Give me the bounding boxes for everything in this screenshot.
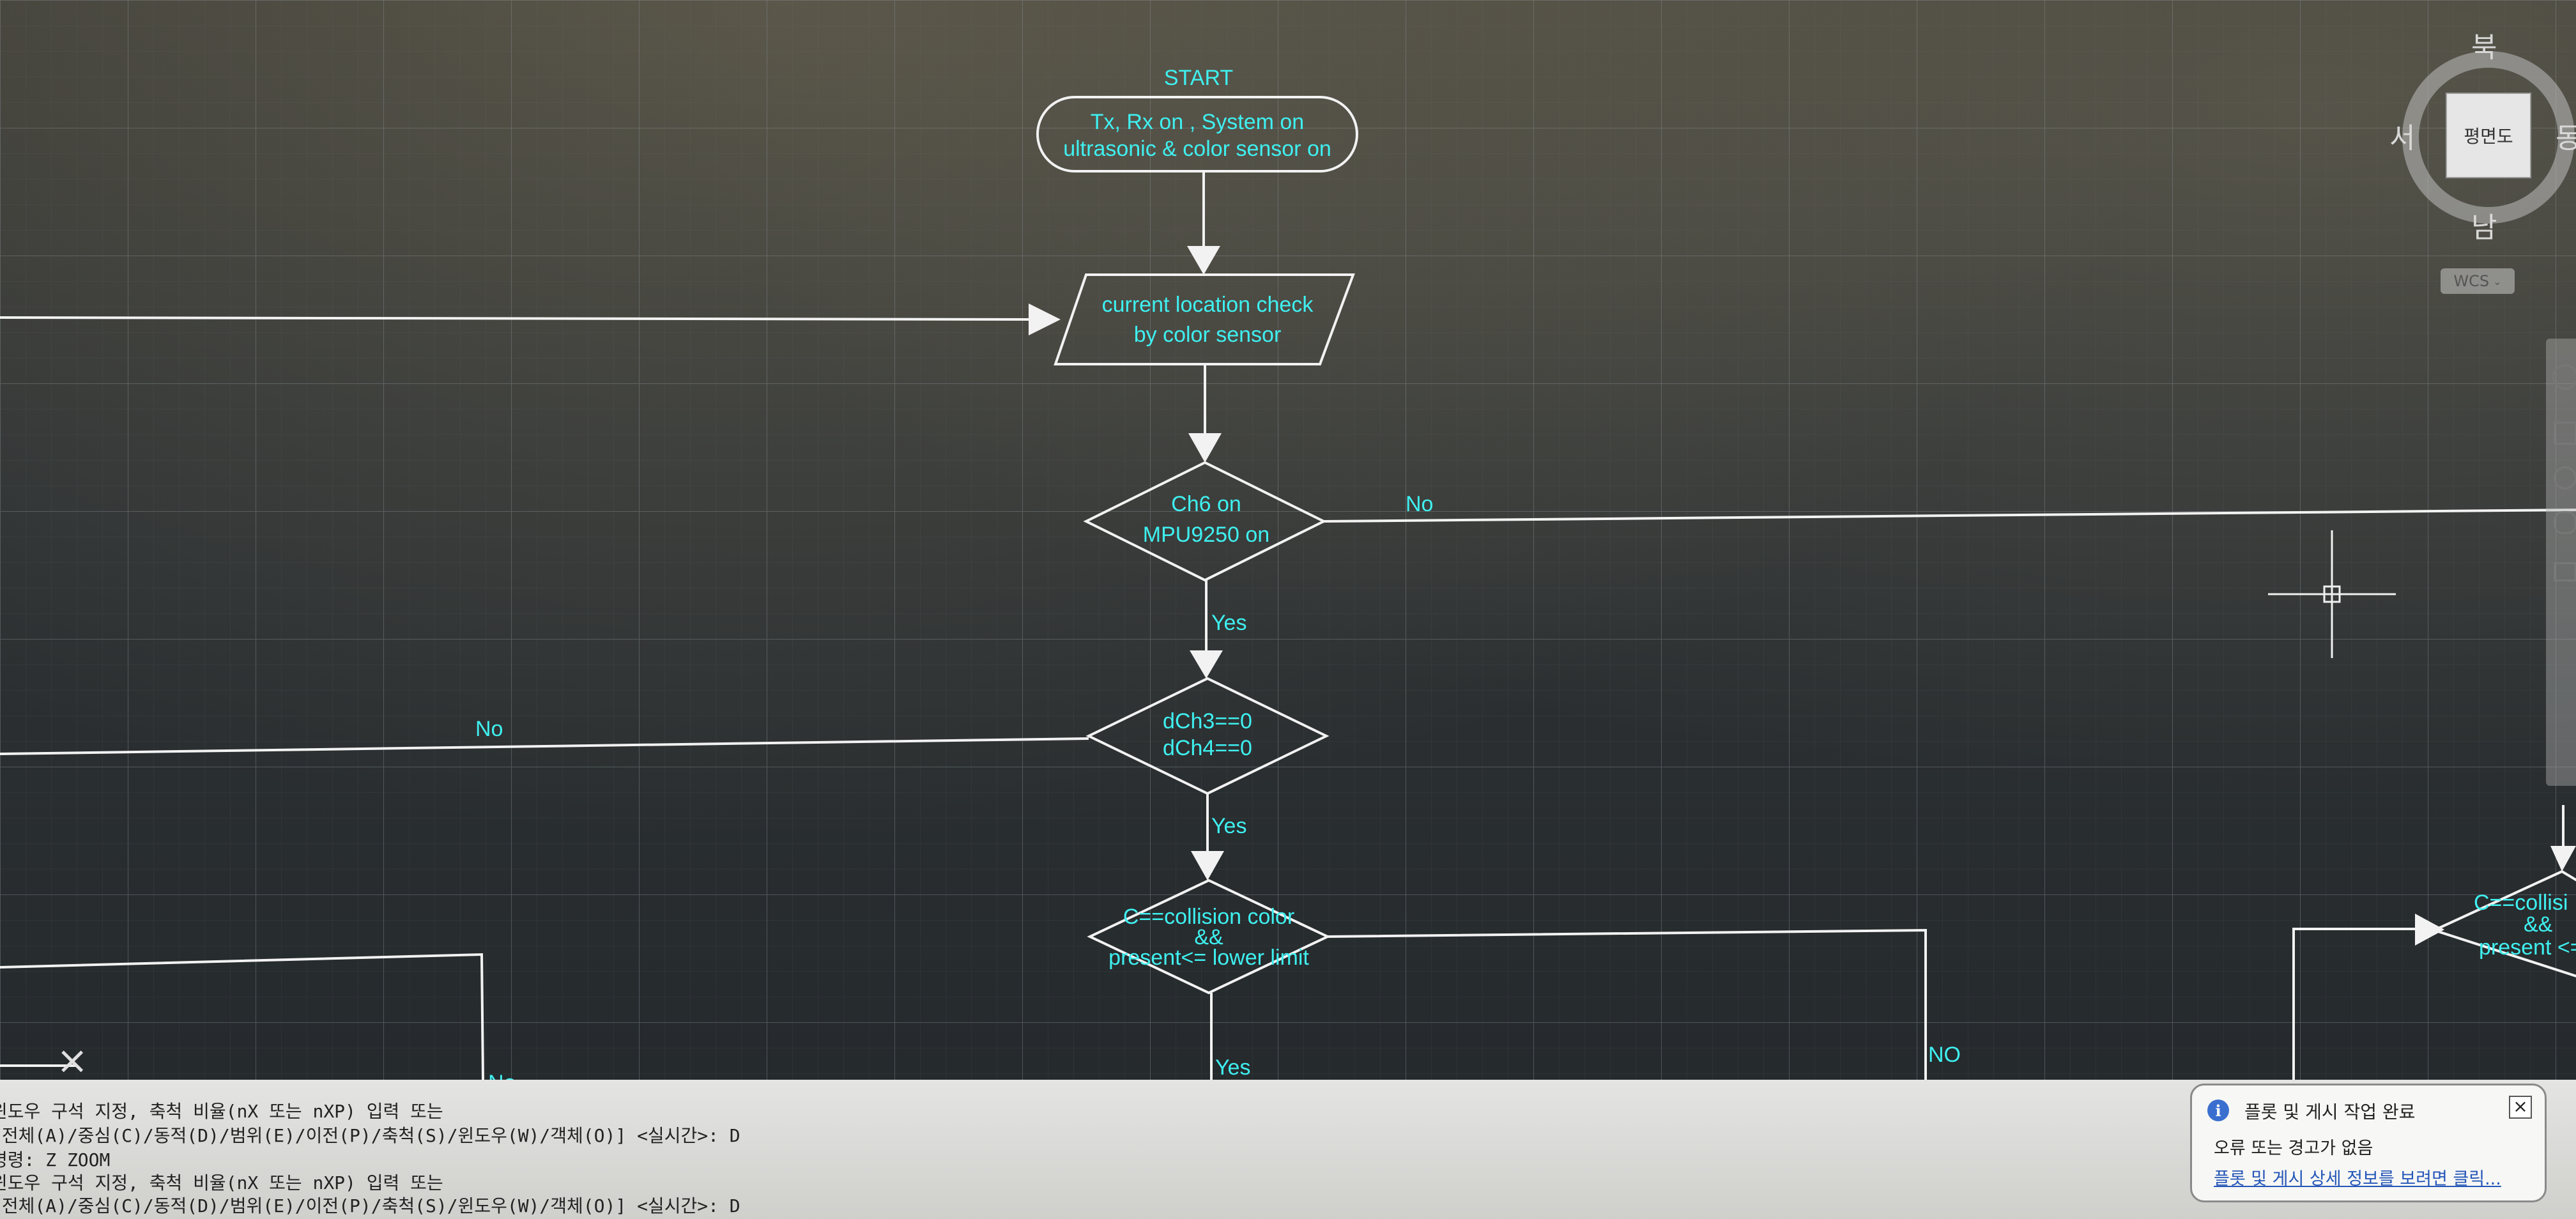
- navigation-bar[interactable]: [2546, 339, 2576, 786]
- yes-label-3: Yes: [1215, 1055, 1250, 1080]
- decision2-text-line2: dCh4==0: [1163, 736, 1252, 760]
- viewcube-face-top[interactable]: 평면도: [2446, 93, 2531, 178]
- right-decision-text-line3: present <=: [2479, 935, 2576, 960]
- decision3-text-line3: present<= lower limit: [1108, 946, 1309, 970]
- location-text-line2: by color sensor: [1134, 323, 1282, 347]
- command-history-line: [전체(A)/중심(C)/동적(D)/범위(E)/이전(P)/축척(S)/윈도우…: [0, 1195, 740, 1216]
- notification-title: 플롯 및 게시 작업 완료: [2244, 1101, 2416, 1123]
- command-history-line: 윈도우 구석 지정, 축척 비율(nX 또는 nXP) 입력 또는: [0, 1172, 443, 1193]
- notification-message: 오류 또는 경고가 없음: [2214, 1138, 2373, 1158]
- wcs-menu[interactable]: WCS ⌄: [2441, 268, 2515, 294]
- no-label-3: NO: [1928, 1043, 1961, 1067]
- location-text-line1: current location check: [1102, 293, 1314, 317]
- command-history-line: [전체(A)/중심(C)/동적(D)/범위(E)/이전(P)/축척(S)/윈도우…: [0, 1125, 740, 1146]
- drawing-canvas[interactable]: START Tx, Rx on , System on ultrasonic &…: [0, 0, 2576, 1080]
- zoom-icon[interactable]: [2554, 466, 2576, 489]
- viewcube-east[interactable]: 동: [2556, 115, 2576, 156]
- flowchart-drawing[interactable]: START Tx, Rx on , System on ultrasonic &…: [0, 0, 2576, 1080]
- crosshair-cursor: [2268, 530, 2396, 658]
- showmotion-icon[interactable]: [2554, 562, 2576, 581]
- decision1-text-line2: MPU9250 on: [1143, 523, 1269, 547]
- notification-details-link[interactable]: 플롯 및 게시 상세 정보를 보려면 클릭...: [2214, 1165, 2501, 1190]
- no-label-2: No: [475, 717, 503, 741]
- steering-wheel-icon[interactable]: [2552, 364, 2576, 390]
- plot-publish-notification[interactable]: i 플롯 및 게시 작업 완료 × 오류 또는 경고가 없음 플롯 및 게시 상…: [2190, 1084, 2547, 1202]
- close-icon[interactable]: ×: [56, 1041, 88, 1080]
- no-label-left-bottom: No: [488, 1071, 516, 1080]
- no-label-1: No: [1406, 492, 1433, 516]
- viewcube-south[interactable]: 남: [2471, 204, 2497, 245]
- init-text-line1: Tx, Rx on , System on: [1091, 110, 1304, 134]
- chevron-down-icon: ⌄: [2493, 275, 2502, 288]
- viewcube[interactable]: 북 남 서 동 평면도 WCS ⌄: [2389, 19, 2576, 300]
- right-decision-text-line1: C==collisi: [2474, 891, 2568, 915]
- viewcube-west[interactable]: 서: [2389, 115, 2415, 156]
- command-history-line: 윈도우 구석 지정, 축척 비율(nX 또는 nXP) 입력 또는: [0, 1101, 443, 1122]
- decision1-text-line1: Ch6 on: [1171, 492, 1241, 516]
- command-history-line: 명령: Z ZOOM: [0, 1149, 111, 1170]
- init-text-line2: ultrasonic & color sensor on: [1063, 137, 1331, 161]
- start-label: START: [1164, 66, 1233, 90]
- yes-label-1: Yes: [1211, 611, 1246, 635]
- viewcube-north[interactable]: 북: [2471, 24, 2497, 65]
- yes-label-2: Yes: [1211, 814, 1246, 838]
- orbit-icon[interactable]: [2554, 511, 2576, 534]
- close-icon[interactable]: ×: [2509, 1096, 2532, 1119]
- pan-icon[interactable]: [2554, 422, 2576, 445]
- decision2-text-line1: dCh3==0: [1163, 709, 1252, 733]
- right-decision-text-line2: &&: [2524, 912, 2553, 937]
- wcs-label: WCS: [2453, 272, 2490, 290]
- info-icon: i: [2207, 1100, 2229, 1121]
